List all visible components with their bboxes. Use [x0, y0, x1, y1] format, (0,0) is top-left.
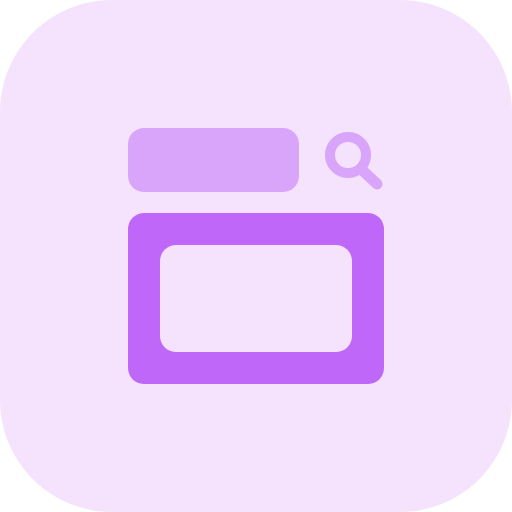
app-icon-tile[interactable] [0, 0, 512, 512]
magnifying-glass-icon [318, 130, 386, 194]
window-content-area [160, 245, 352, 352]
search-bar-shape [128, 128, 299, 192]
